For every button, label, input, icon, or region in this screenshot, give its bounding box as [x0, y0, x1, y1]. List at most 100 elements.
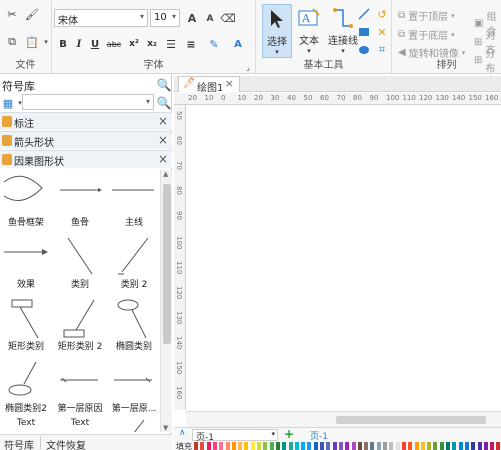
shape-main-line[interactable]: 主线 [108, 170, 160, 230]
highlight-icon[interactable]: ✎ [202, 36, 226, 52]
shape-rect-category-2[interactable]: 矩形类别 2 [54, 294, 106, 354]
cut-icon[interactable]: ✂ [4, 6, 20, 22]
bold-button[interactable]: B [56, 36, 70, 52]
close-icon[interactable]: × [225, 77, 234, 90]
underline-button[interactable]: U [88, 36, 102, 52]
category-callouts[interactable]: 标注 × [0, 112, 172, 130]
cross-icon[interactable]: ✕ [374, 24, 390, 40]
color-swatch[interactable] [282, 442, 287, 450]
color-swatch[interactable] [219, 442, 224, 450]
color-swatch[interactable] [206, 442, 211, 450]
format-painter-icon[interactable]: 🖌 [24, 6, 40, 22]
tab-file-recovery[interactable]: 文件恢复 [46, 437, 86, 450]
bring-to-front-button[interactable]: ⧉ 置于顶层 ▾ [398, 8, 455, 23]
color-swatch[interactable] [395, 442, 400, 450]
chevron-up-icon[interactable]: ∧ [179, 428, 186, 438]
shape-text-2[interactable]: Text [54, 418, 106, 432]
color-swatch[interactable] [471, 442, 476, 450]
shape-first-cause[interactable]: 第一层原因 [54, 356, 106, 416]
color-swatch[interactable] [477, 442, 482, 450]
color-swatch[interactable] [483, 442, 488, 450]
search-icon[interactable]: 🔍 [156, 95, 172, 111]
superscript-button[interactable]: x² [126, 36, 142, 52]
arc-icon[interactable]: ↺ [374, 6, 390, 22]
color-swatch[interactable] [345, 442, 350, 450]
color-swatch[interactable] [420, 442, 425, 450]
connector-tool-button[interactable]: 连接线 ▾ [326, 4, 360, 58]
shape-ellipse-category[interactable]: 椭圆类别 [108, 294, 160, 354]
color-swatch[interactable] [338, 442, 343, 450]
color-swatch[interactable] [357, 442, 362, 450]
rectangle-icon[interactable] [356, 24, 372, 40]
color-swatch[interactable] [439, 442, 444, 450]
horizontal-scrollbar[interactable] [186, 411, 501, 427]
close-icon[interactable]: × [158, 133, 168, 147]
tab-symbol-library[interactable]: 符号库 [4, 437, 34, 450]
search-input[interactable]: ▾ [22, 94, 154, 110]
color-swatch[interactable] [383, 442, 387, 450]
shape-rect-category[interactable]: 矩形类别 [0, 294, 52, 354]
tab-drawing1[interactable]: 🖊 绘图1 × [178, 76, 240, 94]
color-swatch[interactable] [464, 442, 469, 450]
color-swatch[interactable] [496, 442, 501, 450]
scroll-up-icon[interactable]: ▲ [163, 170, 168, 178]
category-arrows[interactable]: 箭头形状 × [0, 131, 172, 149]
color-swatch[interactable] [244, 442, 249, 450]
category-cause-effect[interactable]: 因果图形状 × [0, 150, 172, 168]
color-swatch[interactable] [427, 442, 432, 450]
shape-text[interactable]: Text [0, 418, 52, 432]
color-swatch[interactable] [238, 442, 243, 450]
color-swatch[interactable] [351, 442, 356, 450]
shape-ellipse-category-2[interactable]: 椭圆类别2 [0, 356, 52, 416]
color-swatch[interactable] [370, 442, 375, 450]
color-swatch[interactable] [326, 442, 331, 450]
shrink-font-button[interactable]: A [202, 11, 218, 27]
color-swatch[interactable] [401, 442, 406, 450]
color-swatch[interactable] [452, 442, 457, 450]
color-swatch[interactable] [414, 442, 419, 450]
scrollbar-thumb[interactable] [336, 416, 486, 424]
color-swatch[interactable] [458, 442, 463, 450]
italic-button[interactable]: I [72, 36, 86, 52]
line-spacing-icon[interactable]: ☰ [162, 36, 180, 52]
color-swatch[interactable] [376, 442, 381, 450]
color-swatch[interactable] [212, 442, 217, 450]
page-select[interactable]: 页-1 ▾ [192, 429, 278, 443]
send-to-back-button[interactable]: ⧉ 置于底层 ▾ [398, 27, 455, 42]
color-swatch[interactable] [408, 442, 413, 450]
color-swatch[interactable] [294, 442, 299, 450]
shape-partial[interactable] [108, 414, 160, 432]
color-swatch[interactable] [231, 442, 236, 450]
color-swatch[interactable] [250, 442, 255, 450]
bullet-list-icon[interactable]: ≡ [182, 36, 200, 52]
color-swatch[interactable] [263, 442, 268, 450]
color-swatch[interactable] [288, 442, 293, 450]
close-icon[interactable]: × [158, 114, 168, 128]
line-icon[interactable] [356, 6, 372, 22]
font-color-button[interactable]: A [230, 36, 246, 52]
library-scrollbar[interactable]: ▲ ▼ [160, 170, 172, 432]
color-swatch[interactable] [194, 442, 198, 450]
color-swatch[interactable] [269, 442, 274, 450]
color-swatch[interactable] [200, 442, 205, 450]
select-tool-button[interactable]: 选择 ▾ [262, 4, 292, 58]
shape-effect[interactable]: 效果 [0, 232, 52, 292]
color-swatch[interactable] [257, 442, 261, 450]
strikethrough-button[interactable]: abc [104, 36, 124, 52]
scrollbar-thumb[interactable] [163, 184, 171, 344]
color-swatch[interactable] [313, 442, 318, 450]
subscript-button[interactable]: x₂ [144, 36, 160, 52]
copy-icon[interactable]: ⧉ [4, 34, 20, 50]
color-swatch[interactable] [364, 442, 369, 450]
color-swatch[interactable] [389, 442, 394, 450]
color-swatch[interactable] [446, 442, 450, 450]
shape-category-2[interactable]: 类别 2 [108, 232, 160, 292]
color-swatch[interactable] [275, 442, 280, 450]
color-swatch[interactable] [332, 442, 337, 450]
color-swatch[interactable] [320, 442, 324, 450]
search-icon[interactable]: 🔍 [156, 77, 172, 93]
color-swatch[interactable] [307, 442, 312, 450]
drawing-canvas[interactable] [187, 105, 501, 410]
shape-first-cause-2[interactable]: 第一层原... [108, 356, 160, 416]
shape-fish-frame[interactable]: 鱼骨框架 [0, 170, 52, 230]
